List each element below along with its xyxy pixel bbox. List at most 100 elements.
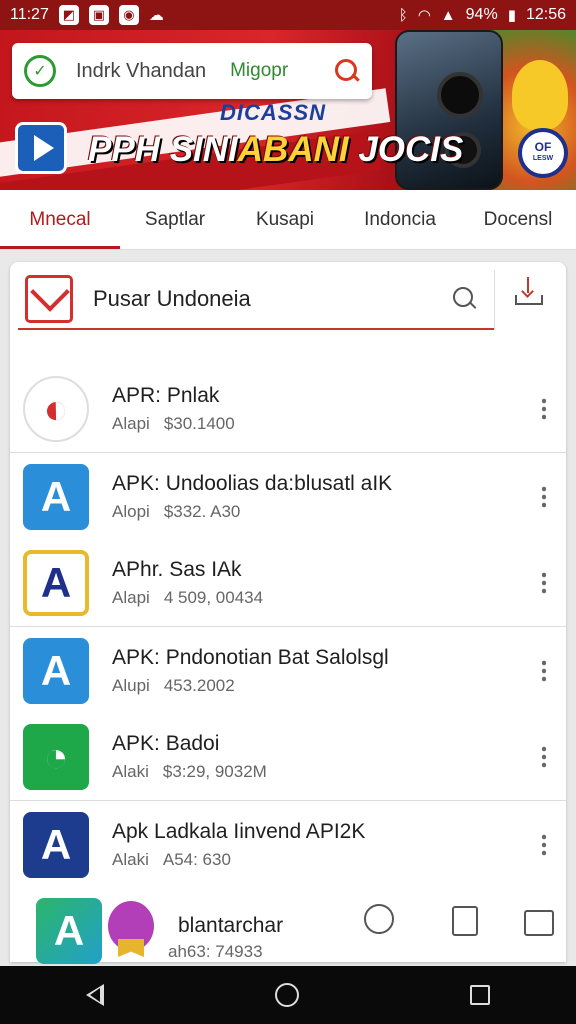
bottom-nav-label[interactable]: blantarchar xyxy=(178,914,283,938)
camera-lens-icon xyxy=(437,72,483,118)
banner-search-secondary: Migopr xyxy=(230,60,289,81)
promo-title: PPH SINIABANI JOCIS xyxy=(88,130,463,170)
search-icon[interactable] xyxy=(452,286,478,312)
more-options-icon[interactable] xyxy=(542,484,546,509)
play-icon[interactable] xyxy=(15,122,67,174)
app-subtitle: Alapi 4 509, 00434 xyxy=(112,588,263,608)
teal-a-icon[interactable]: A xyxy=(36,898,102,964)
bluetooth-icon: ᛒ xyxy=(398,6,408,24)
badge-icon[interactable] xyxy=(108,901,154,951)
home-icon[interactable] xyxy=(274,983,299,1007)
app-label: Alaki xyxy=(112,762,149,781)
app-value: A54: 630 xyxy=(162,849,231,869)
app-title: APK: Undoolias da:blusatl aIK xyxy=(112,471,393,495)
app-subtitle: Alaki A54: 630 xyxy=(112,850,365,870)
window-icon[interactable] xyxy=(524,910,554,936)
notification-target-icon: ◉ xyxy=(118,5,139,25)
tab-docensl[interactable]: Docensl xyxy=(460,190,576,249)
more-options-icon[interactable] xyxy=(542,745,546,769)
category-tabs: Mnecal Saptlar Kusapi Indoncia Docensl xyxy=(0,190,576,250)
tab-label: Indoncia xyxy=(364,208,436,230)
list-item[interactable]: A Apk Ladkala Iinvend API2K Alaki A54: 63… xyxy=(10,801,566,888)
promo-title-part3: JOCIS xyxy=(358,130,464,169)
app-label: Alupi xyxy=(112,675,150,695)
banner-search-placeholder: Indrk Vhandan xyxy=(76,59,207,82)
download-button[interactable] xyxy=(494,270,562,330)
list-item[interactable]: A APhr. Sas IAk Alapi 4 509, 00434 xyxy=(10,540,566,627)
app-title: APK: Pndonotian Bat Salolsgl xyxy=(112,645,389,669)
cloud-icon: ☁ xyxy=(148,7,164,24)
search-icon[interactable] xyxy=(334,58,360,84)
green-chat-icon: ◔ xyxy=(23,724,89,790)
wifi-icon: ◠ xyxy=(417,7,431,24)
app-title: APR: Pnlak xyxy=(112,384,220,407)
tab-mnecal[interactable]: Mnecal xyxy=(0,190,120,249)
tab-indoncia[interactable]: Indoncia xyxy=(340,190,460,249)
status-left: 11:27 ◩ ▣ ◉ ☁ xyxy=(10,5,164,25)
banner-search-bar[interactable]: ✓ Indrk Vhandan Migopr xyxy=(12,43,372,99)
user-icon[interactable] xyxy=(364,904,394,934)
app-value: $3:29, 9032M xyxy=(162,762,267,781)
recents-icon[interactable] xyxy=(470,985,491,1005)
promo-title-part2: ABANI xyxy=(237,130,349,169)
badge-line2: LESW xyxy=(532,155,554,162)
app-label: Alapi xyxy=(112,588,150,607)
card-search-query: Pusar Undoneia xyxy=(93,286,251,311)
system-nav-bar xyxy=(0,966,576,1024)
list-item[interactable]: A APK: Pndonotian Bat Salolsgl Alupi 453.… xyxy=(10,627,566,714)
promo-title-part1: PPH SINI xyxy=(88,130,238,169)
tab-saptlar[interactable]: Saptlar xyxy=(120,190,230,249)
signal-icon: ▲ xyxy=(440,6,456,24)
app-label: Alapi xyxy=(112,414,150,433)
card-icon[interactable] xyxy=(452,906,478,936)
app-list-card: Pusar Undoneia ◐ APR: Pnlak Alapi $30.140… xyxy=(10,262,566,962)
notification-box-icon: ▣ xyxy=(88,5,109,25)
app-subtitle: Alapi $30.1400 xyxy=(112,414,235,434)
status-time-right: 12:56 xyxy=(525,6,566,23)
list-item[interactable]: A APK: Undoolias da:blusatl aIK Alopi $33… xyxy=(10,453,566,540)
back-icon[interactable] xyxy=(85,984,104,1006)
notification-app-icon: ◩ xyxy=(58,5,79,25)
brand-logo-badge: OF LESW xyxy=(518,128,568,178)
mail-icon xyxy=(25,275,73,323)
bottom-mini-nav: blantarchar xyxy=(96,886,566,966)
promo-banner[interactable]: OF LESW ✓ Indrk Vhandan Migopr DICASSN P… xyxy=(0,30,576,190)
more-options-icon[interactable] xyxy=(542,571,546,595)
red-round-icon: ◐ xyxy=(23,376,89,442)
tab-label: Docensl xyxy=(483,208,553,230)
framed-a-icon: A xyxy=(23,550,89,616)
status-bar: 11:27 ◩ ▣ ◉ ☁ ᛒ ◠ ▲ 94% ▮ 12:56 xyxy=(0,0,576,30)
app-value: 453.2002 xyxy=(163,675,235,695)
more-options-icon[interactable] xyxy=(542,658,546,683)
blue-a-icon: A xyxy=(23,463,89,530)
tab-kusapi[interactable]: Kusapi xyxy=(230,190,340,249)
app-value: $30.1400 xyxy=(163,414,235,433)
status-right: ᛒ ◠ ▲ 94% ▮ 12:56 xyxy=(399,6,566,24)
more-options-icon[interactable] xyxy=(542,397,546,421)
battery-icon: ▮ xyxy=(507,7,516,24)
brand-badge-icon: ✓ xyxy=(24,55,56,87)
bottom-nav-sub: ah63: 74933 xyxy=(168,942,263,961)
status-time-left: 11:27 xyxy=(10,6,49,23)
app-list: ◐ APR: Pnlak Alapi $30.1400 A APK: Undool… xyxy=(10,366,566,888)
app-value: 4 509, 00434 xyxy=(163,588,264,607)
mascot-illustration xyxy=(512,60,568,130)
app-title: APK: Badoi xyxy=(112,732,220,755)
more-options-icon[interactable] xyxy=(542,832,546,857)
download-icon xyxy=(514,277,543,305)
promo-subtitle: DICASSN xyxy=(220,100,327,125)
app-label: Alopi xyxy=(112,501,150,521)
navy-a-icon: A xyxy=(23,811,89,878)
list-item[interactable]: ◔ APK: Badoi Alaki $3:29, 9032M xyxy=(10,714,566,801)
app-title: APhr. Sas IAk xyxy=(112,558,242,581)
badge-line1: OF xyxy=(534,140,552,154)
tab-label: Kusapi xyxy=(255,208,315,230)
list-item[interactable]: ◐ APR: Pnlak Alapi $30.1400 xyxy=(10,366,566,453)
app-label: Alaki xyxy=(112,849,149,869)
tab-label: Saptlar xyxy=(144,208,206,230)
app-subtitle: Alaki $3:29, 9032M xyxy=(112,762,267,782)
card-search-bar[interactable]: Pusar Undoneia xyxy=(18,270,494,330)
app-subtitle: Alopi $332. A30 xyxy=(112,502,392,522)
app-value: $332. A30 xyxy=(163,501,241,521)
app-title: Apk Ladkala Iinvend API2K xyxy=(112,819,366,843)
